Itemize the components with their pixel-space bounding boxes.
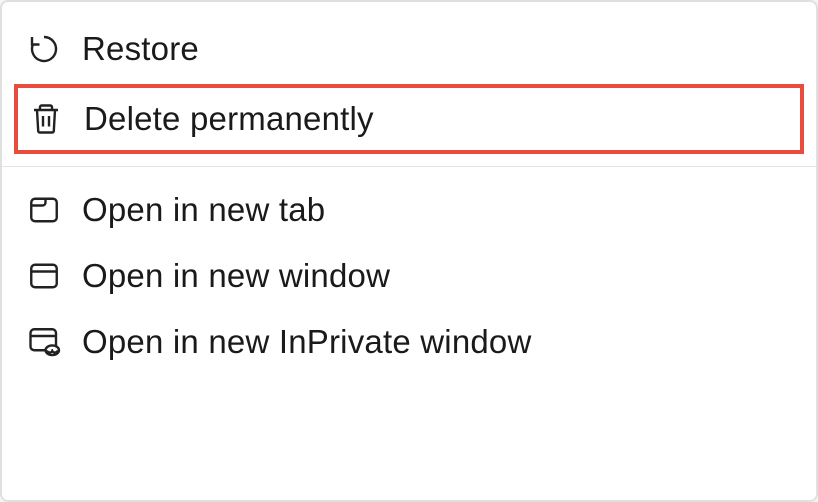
- menu-item-open-inprivate-window[interactable]: Open in new InPrivate window: [2, 309, 816, 375]
- new-window-icon: [26, 258, 82, 294]
- inprivate-window-icon: [26, 324, 82, 360]
- menu-item-label: Delete permanently: [84, 100, 374, 138]
- restore-icon: [26, 31, 82, 67]
- menu-section-2: Open in new tab Open in new window: [2, 173, 816, 379]
- menu-item-delete-permanently[interactable]: Delete permanently: [14, 84, 804, 154]
- menu-item-label: Restore: [82, 30, 199, 68]
- menu-item-label: Open in new tab: [82, 191, 325, 229]
- menu-item-restore[interactable]: Restore: [2, 16, 816, 82]
- menu-item-label: Open in new InPrivate window: [82, 323, 532, 361]
- menu-divider: [2, 166, 816, 167]
- trash-icon: [28, 101, 84, 137]
- menu-item-open-new-tab[interactable]: Open in new tab: [2, 177, 816, 243]
- context-menu: Restore Delete permanently: [0, 0, 818, 502]
- menu-item-label: Open in new window: [82, 257, 390, 295]
- new-tab-icon: [26, 192, 82, 228]
- menu-section-1: Restore Delete permanently: [2, 12, 816, 160]
- menu-item-open-new-window[interactable]: Open in new window: [2, 243, 816, 309]
